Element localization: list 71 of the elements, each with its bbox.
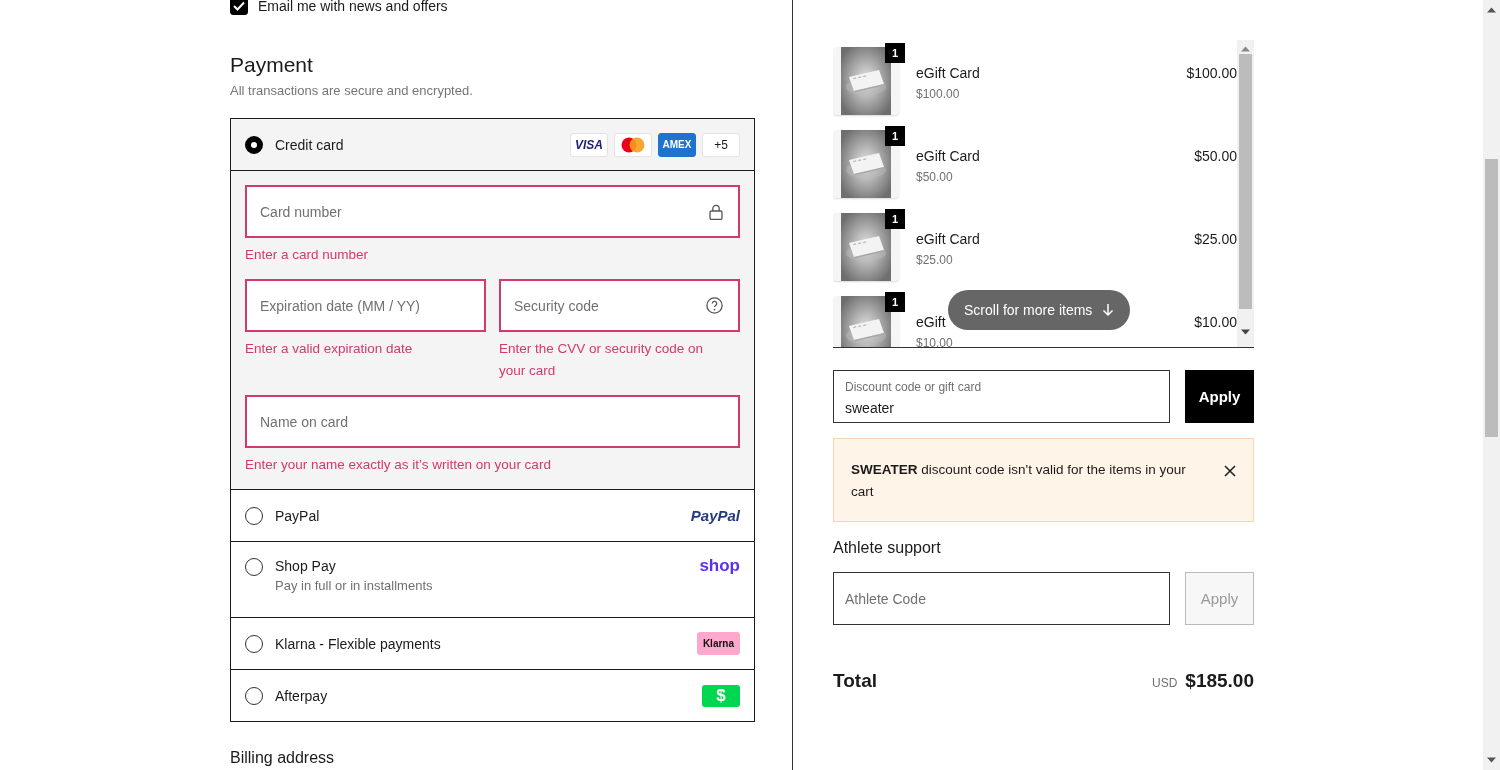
option-label: Shop Pay — [275, 558, 337, 574]
klarna-logo: Klarna — [696, 632, 740, 655]
afterpay-logo: $ — [702, 684, 740, 707]
product-name: eGift Card — [916, 231, 981, 247]
radio-button[interactable] — [245, 558, 263, 576]
product-name: eGift Card — [916, 148, 981, 164]
section-title: Billing address — [230, 748, 336, 767]
option-note: Pay in full or in installments — [275, 578, 434, 593]
amex-logo: AMEX — [658, 132, 696, 157]
input-field[interactable]: Card number — [245, 185, 740, 238]
unit-price: $50.00 — [916, 170, 954, 184]
total-label: Total — [833, 670, 878, 692]
input-field[interactable]: Expiration date (MM / YY) — [245, 279, 486, 332]
checkbox[interactable] — [230, 0, 248, 15]
item-price: $100.00 — [1186, 64, 1237, 81]
visa-logo: VISA — [570, 132, 608, 157]
section-title: Athlete support — [833, 539, 942, 557]
scrollbar-thumb[interactable] — [1239, 54, 1252, 309]
scroll-down-arrow-icon — [1241, 329, 1250, 335]
quantity-badge: 1 — [885, 126, 905, 146]
option-label: PayPal — [275, 507, 321, 524]
scroll-down-arrow-icon — [1487, 757, 1496, 763]
error-message: Enter a card number — [245, 246, 370, 264]
quantity-badge: 1 — [885, 292, 905, 312]
page-scrollbar[interactable] — [1483, 0, 1500, 770]
item-price: $10.00 — [1194, 313, 1237, 330]
apply-button[interactable]: Apply — [1185, 370, 1254, 423]
option-label: Afterpay — [275, 687, 329, 704]
scroll-up-arrow-icon — [1241, 46, 1250, 52]
scrollbar[interactable] — [1237, 40, 1254, 347]
checkmark-icon — [233, 1, 245, 11]
option-label: Klarna - Flexible payments — [275, 635, 442, 652]
radio-button[interactable] — [245, 506, 263, 525]
item-price: $50.00 — [1194, 147, 1237, 164]
shop-pay-logo: shop — [699, 556, 740, 576]
scroll-up-arrow-icon — [1487, 7, 1496, 13]
quantity-badge: 1 — [885, 43, 905, 63]
radio-button[interactable] — [245, 686, 263, 705]
error-message: Enter a valid expiration date — [245, 340, 414, 358]
option-label: Credit card — [275, 136, 345, 153]
product-name: eGift — [916, 314, 947, 330]
alert-message: SWEATER discount code isn't valid for the items in your cart — [851, 461, 1187, 501]
input-field[interactable]: Name on card — [245, 395, 740, 448]
error-message: Enter your name exactly as it’s written on your card — [245, 456, 552, 474]
quantity-badge: 1 — [885, 209, 905, 229]
lock-icon — [709, 204, 723, 220]
checkbox-label: Email me with news and offers — [258, 0, 448, 14]
scroll-hint-button[interactable]: Scroll for more items — [948, 290, 1131, 330]
unit-price: $10.00 — [916, 336, 954, 347]
unit-price: $100.00 — [916, 87, 961, 101]
close-button[interactable] — [1224, 465, 1236, 477]
currency-code: USD — [1151, 676, 1178, 690]
section-subtitle: All transactions are secure and encrypted. — [230, 83, 474, 98]
mastercard-icon — [620, 136, 646, 153]
section-title: Payment — [230, 52, 314, 78]
paypal-logo: PayPal — [690, 507, 740, 524]
radio-button[interactable] — [245, 135, 263, 154]
field-label: Discount code or gift card — [845, 380, 982, 394]
close-icon — [1224, 465, 1236, 477]
product-name: eGift Card — [916, 65, 981, 81]
more-cards-badge: +5 — [702, 132, 740, 157]
scrollbar-thumb[interactable] — [1485, 159, 1498, 437]
unit-price: $25.00 — [916, 253, 954, 267]
radio-button[interactable] — [245, 634, 263, 653]
arrow-down-icon — [1102, 303, 1115, 317]
input-field[interactable]: Security code — [499, 279, 740, 332]
total-amount: $185.00 — [1185, 670, 1254, 692]
help-icon — [706, 297, 723, 314]
item-price: $25.00 — [1194, 230, 1237, 247]
error-message: Enter the CVV or security code on your card — [499, 340, 705, 380]
input-field[interactable]: Athlete Code — [833, 572, 1170, 625]
